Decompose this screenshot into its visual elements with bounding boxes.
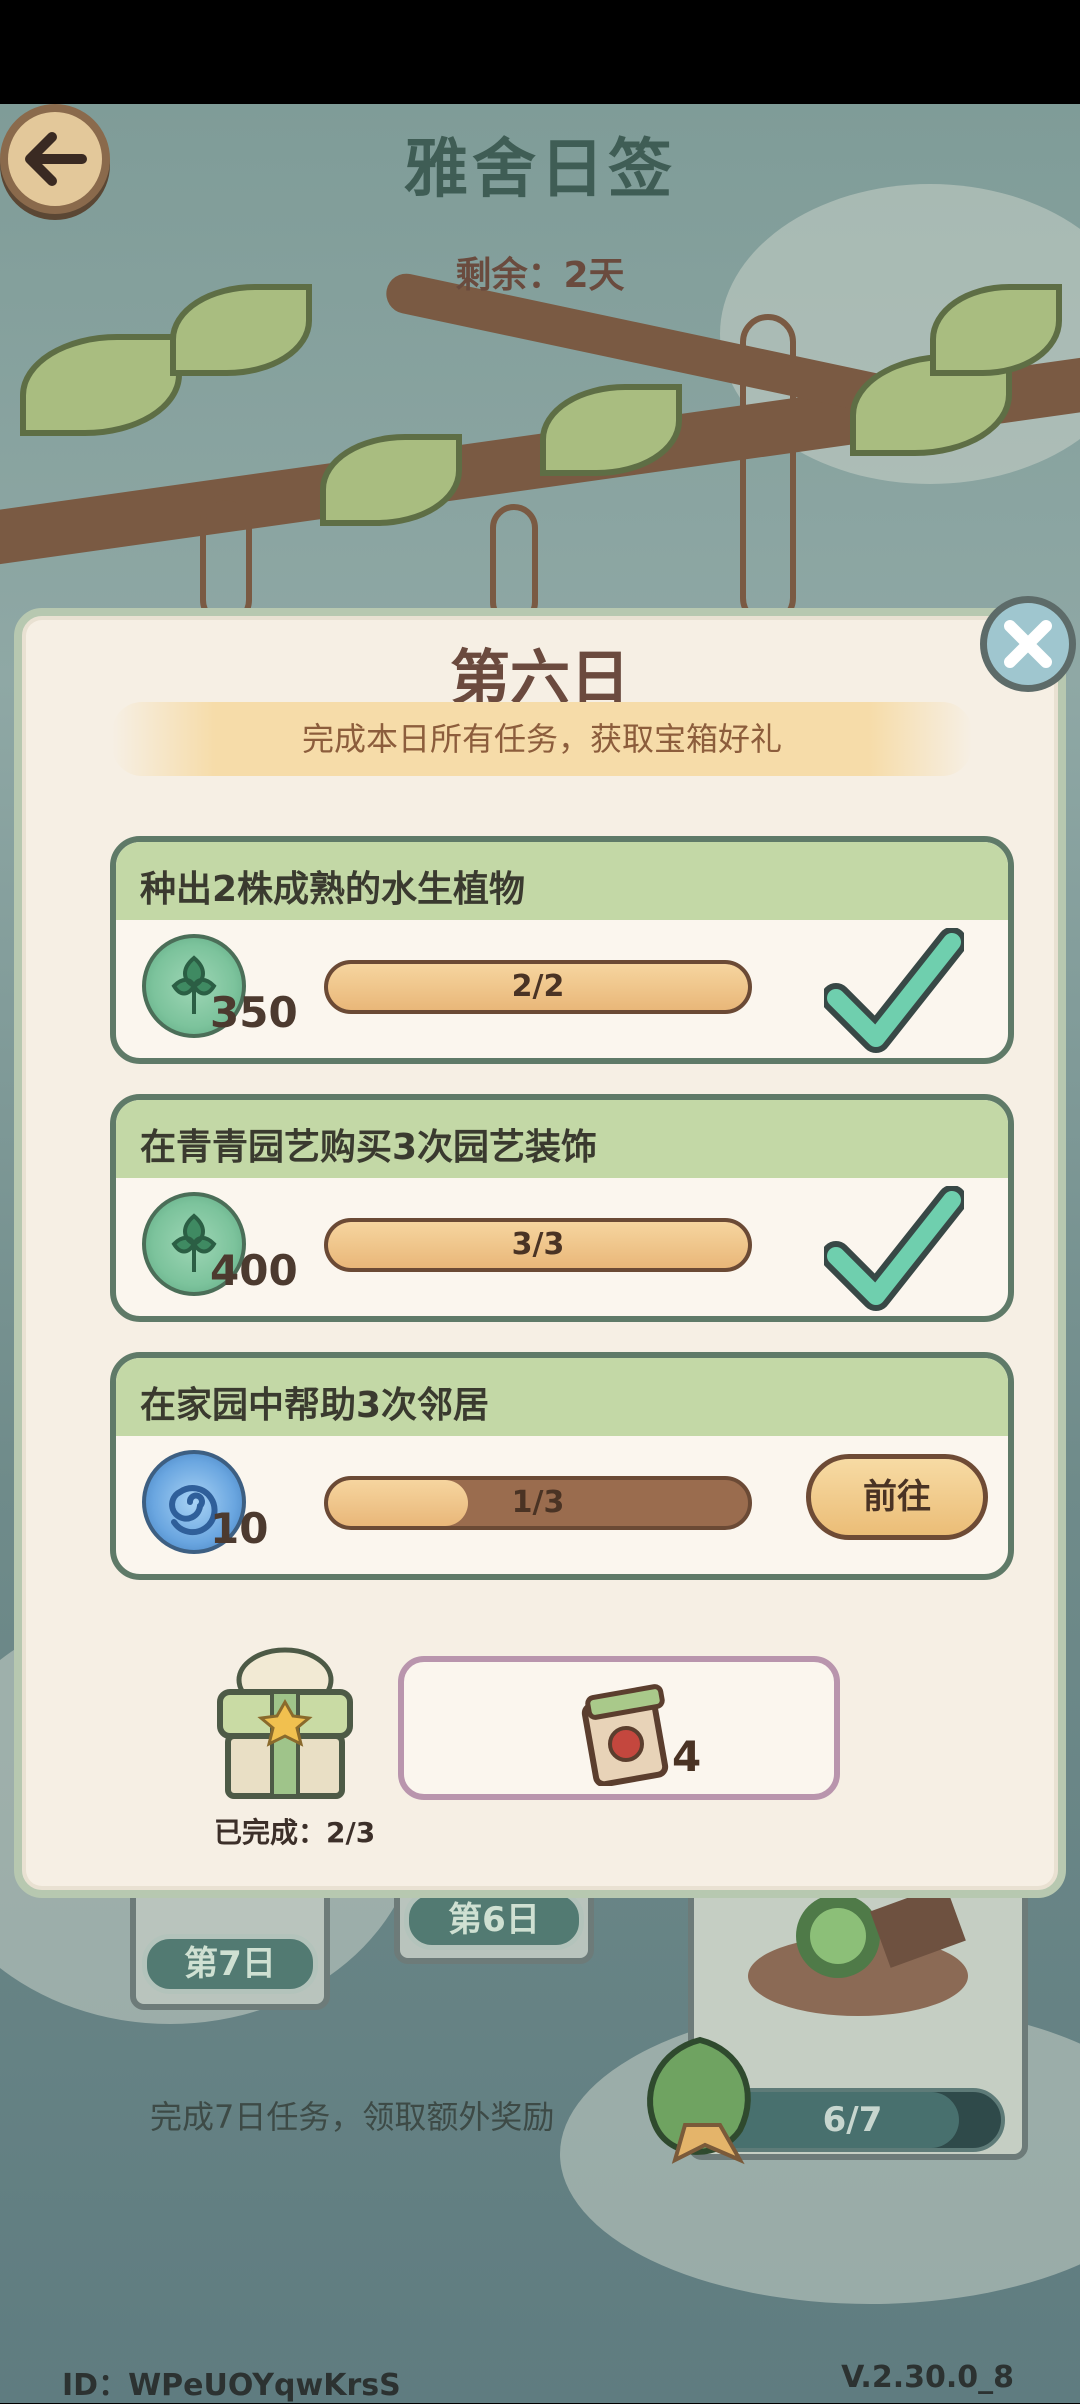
task-title: 在家园中帮助3次邻居 xyxy=(140,1385,490,1426)
day-6-label: 第6日 xyxy=(404,1890,584,1950)
hanging-rope xyxy=(200,494,252,626)
check-icon xyxy=(824,1186,964,1311)
page-title: 雅舍日签 xyxy=(404,133,676,207)
leaf-shape xyxy=(20,334,182,436)
task-card: 种出2株成熟的水生植物 350 2/2 xyxy=(110,836,1014,1064)
task-progress-text: 3/3 xyxy=(511,1227,565,1262)
remaining-days: 剩余：2天 xyxy=(455,255,625,296)
task-progress-text: 1/3 xyxy=(511,1485,565,1520)
reward-count: 350 xyxy=(210,988,298,1037)
player-id: ID：WPeUOYqwKrsS xyxy=(62,2368,401,2403)
task-progress-bar: 3/3 xyxy=(324,1218,752,1272)
task-card: 在青青园艺购买3次园艺装饰 400 3/3 xyxy=(110,1094,1014,1322)
task-card: 在家园中帮助3次邻居 10 1/3 前往 xyxy=(110,1352,1014,1580)
check-icon xyxy=(824,928,964,1053)
bonus-tip: 完成7日任务，领取额外奖励 xyxy=(150,2098,555,2136)
hanging-rope xyxy=(740,314,796,626)
vine-leaf-icon xyxy=(647,2036,751,2165)
reward-count: 10 xyxy=(210,1504,269,1553)
gift-chest-icon xyxy=(217,1647,353,1799)
seed-packet-icon xyxy=(581,1684,669,1786)
task-progress-bar: 2/2 xyxy=(324,960,752,1014)
reward-count: 400 xyxy=(210,1246,298,1295)
go-button[interactable]: 前往 xyxy=(806,1454,988,1540)
task-progress-text: 2/2 xyxy=(511,969,565,1004)
task-progress-bar: 1/3 xyxy=(324,1476,752,1530)
chest-reward-box[interactable]: 4 xyxy=(398,1656,840,1800)
status-bar xyxy=(0,0,1080,104)
leaf-shape xyxy=(320,434,462,526)
modal-subtitle: 完成本日所有任务，获取宝箱好礼 xyxy=(112,702,972,776)
reward-count: 4 xyxy=(672,1732,702,1781)
app-version: V.2.30.0_8 xyxy=(841,2360,1014,2395)
close-icon xyxy=(1004,620,1052,668)
close-button[interactable] xyxy=(980,596,1076,692)
day-7-label: 第7日 xyxy=(142,1934,318,1994)
task-title: 种出2株成熟的水生植物 xyxy=(140,869,526,910)
task-title: 在青青园艺购买3次园艺装饰 xyxy=(140,1127,598,1168)
daily-task-modal: 第六日 完成本日所有任务，获取宝箱好礼 种出2株成熟的水生植物 350 2/2 … xyxy=(14,608,1066,1898)
chest-completed-label: 已完成：2/3 xyxy=(214,1816,376,1849)
